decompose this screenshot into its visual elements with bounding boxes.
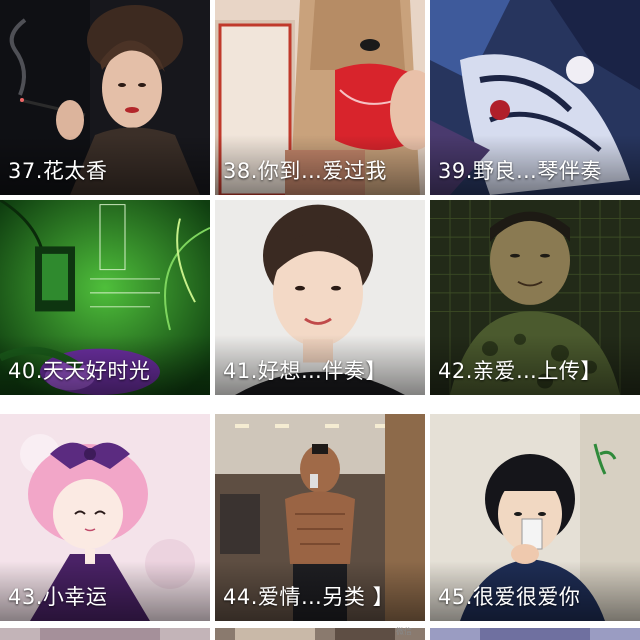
song-tile-partial[interactable] xyxy=(430,628,640,640)
song-thumbnail xyxy=(430,628,640,640)
song-title: 43.小幸运 xyxy=(8,585,108,609)
song-tile-39[interactable]: 39.野良…琴伴奏 xyxy=(430,0,640,195)
song-tile-41[interactable]: 41.好想…伴奏】 xyxy=(215,200,425,395)
song-title: 37.花太香 xyxy=(8,159,108,183)
song-tile-37[interactable]: 37.花太香 xyxy=(0,0,210,195)
song-tile-43[interactable]: 43.小幸运 xyxy=(0,414,210,621)
watermark: 微信 xyxy=(396,627,412,636)
song-tile-38[interactable]: 38.你到…爱过我 xyxy=(215,0,425,195)
song-title: 45.很爱很爱你 xyxy=(438,585,581,609)
song-tile-partial[interactable] xyxy=(0,628,210,640)
song-title: 40.天天好时光 xyxy=(8,359,151,383)
song-tile-partial[interactable] xyxy=(215,628,425,640)
song-thumbnail xyxy=(0,628,210,640)
song-grid: 37.花太香 38.你到…爱过我 39.野良…琴伴奏 40.天天好时光 41.好… xyxy=(0,0,640,640)
song-thumbnail xyxy=(215,628,425,640)
song-tile-42[interactable]: 42.亲爱…上传】 xyxy=(430,200,640,395)
song-title: 42.亲爱…上传】 xyxy=(438,359,602,383)
song-title: 38.你到…爱过我 xyxy=(223,159,387,183)
song-title: 41.好想…伴奏】 xyxy=(223,359,387,383)
song-title: 44.爱情…另类 】 xyxy=(223,585,395,609)
song-tile-45[interactable]: 45.很爱很爱你 xyxy=(430,414,640,621)
song-title: 39.野良…琴伴奏 xyxy=(438,159,602,183)
song-tile-44[interactable]: 44.爱情…另类 】 xyxy=(215,414,425,621)
song-tile-40[interactable]: 40.天天好时光 xyxy=(0,200,210,395)
